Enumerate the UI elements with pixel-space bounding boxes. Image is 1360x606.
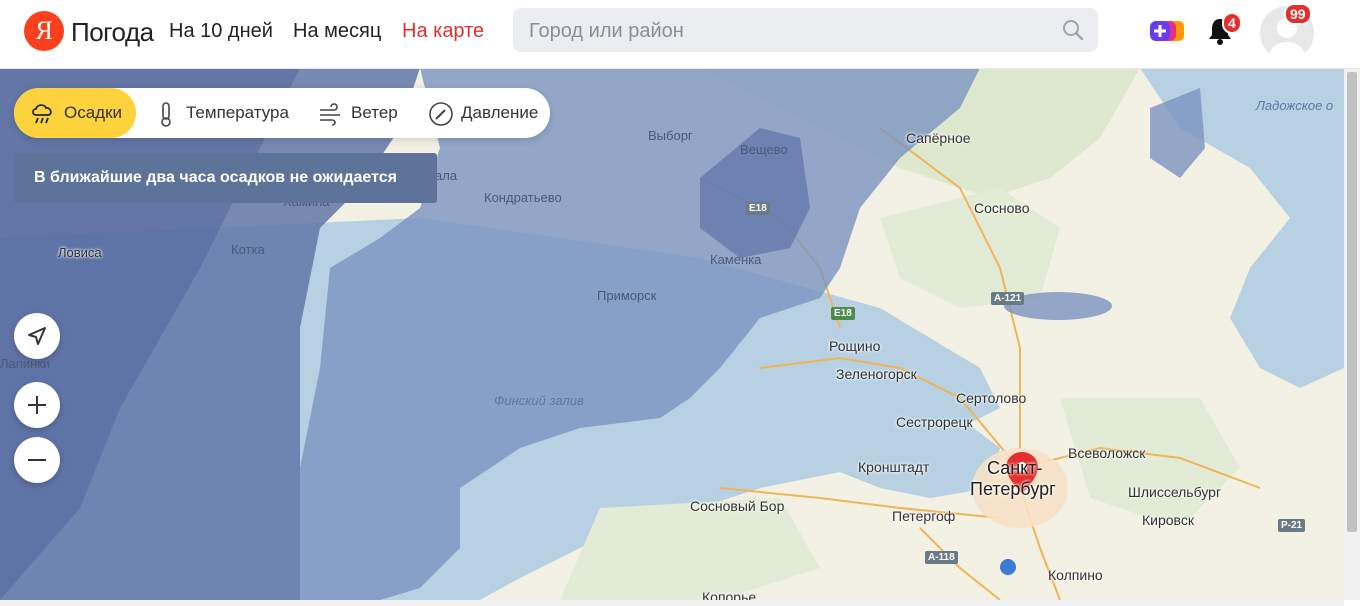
road-shield: A-121 [991,292,1025,305]
navigation-arrow-icon [28,327,46,345]
horizontal-scrollbar[interactable] [0,600,1344,606]
layer-label: Температура [186,103,289,122]
place-label: Кондратьево [484,190,562,205]
place-label: ала [435,168,458,183]
scrollbar-thumb[interactable] [1347,72,1357,532]
vertical-scrollbar[interactable] [1344,68,1360,600]
place-label: Кронштадт [858,459,930,475]
zoom-in-button[interactable] [14,382,60,428]
layer-precipitation[interactable]: Осадки [14,88,136,138]
place-label: Петергоф [892,508,956,524]
search-input[interactable] [527,8,1051,54]
layer-label: Осадки [64,103,123,122]
road-shield: E18 [831,307,855,320]
layer-wind[interactable]: Ветер [317,88,417,138]
water-label: Ладожское о [1256,98,1334,113]
map-layer-selector: Осадки Температура Ветер Давление [14,88,550,138]
place-label: Сосново [974,200,1030,216]
search-icon[interactable] [1062,19,1084,41]
city-label-spb: Петербург [970,479,1056,499]
place-label: Шлиссельбург [1128,484,1222,500]
precipitation-notice: В ближайшие два часа осадков не ожидаетс… [14,153,437,203]
place-label: Ловиса [58,245,102,260]
avatar-badge: 99 [1284,3,1312,25]
yandex-logo[interactable]: Я [24,11,64,51]
road-shield: E18 [746,202,770,215]
road-shield: P-21 [1278,519,1306,532]
yandex-plus-icon[interactable] [1150,20,1184,42]
plus-icon [28,396,46,414]
city-label-spb: Санкт- [987,458,1043,478]
place-label: Колпино [1048,567,1103,583]
place-label: Кировск [1142,512,1194,528]
layer-label: Давление [461,103,539,122]
zoom-out-button[interactable] [14,437,60,483]
place-label: Всеволожск [1068,445,1146,461]
notifications-badge: 4 [1222,12,1242,34]
road-shield: A-118 [925,551,958,564]
place-label: Зеленогорск [836,366,917,382]
place-label: Копорье [702,589,757,600]
weather-map[interactable]: Выборг Вещево Кондратьево Каменка Примор… [0,68,1344,600]
nav-month[interactable]: На месяц [293,20,381,43]
gauge-icon [429,102,453,126]
place-label: Сосновый Бор [690,498,785,514]
nav-10-days[interactable]: На 10 дней [169,20,273,43]
place-label: Каменка [710,252,762,267]
my-location-button[interactable] [14,313,60,359]
place-label: Сапёрное [906,130,971,146]
place-label: Вещево [740,142,788,157]
logo-title[interactable]: Погода [71,17,154,48]
layer-label: Ветер [351,103,398,122]
header: Я Погода На 10 дней На месяц На карте 4 … [0,0,1360,69]
layer-temperature[interactable]: Температура [154,88,304,138]
place-label: Котка [231,242,265,257]
wind-icon [320,103,340,126]
search-box [513,8,1098,54]
minus-icon [28,459,46,461]
layer-pressure[interactable]: Давление [428,88,548,138]
rain-cloud-icon [32,104,52,124]
place-label: Приморск [597,288,657,303]
place-label: Рощино [829,338,881,354]
place-label: Выборг [648,128,693,143]
thermometer-icon [161,102,171,127]
place-label: Сестрорецк [896,414,973,430]
water-label: Финский залив [494,393,584,408]
place-label: Сертолово [956,390,1027,406]
notice-text: В ближайшие два часа осадков не ожидаетс… [34,169,397,186]
nav-map[interactable]: На карте [402,20,484,43]
